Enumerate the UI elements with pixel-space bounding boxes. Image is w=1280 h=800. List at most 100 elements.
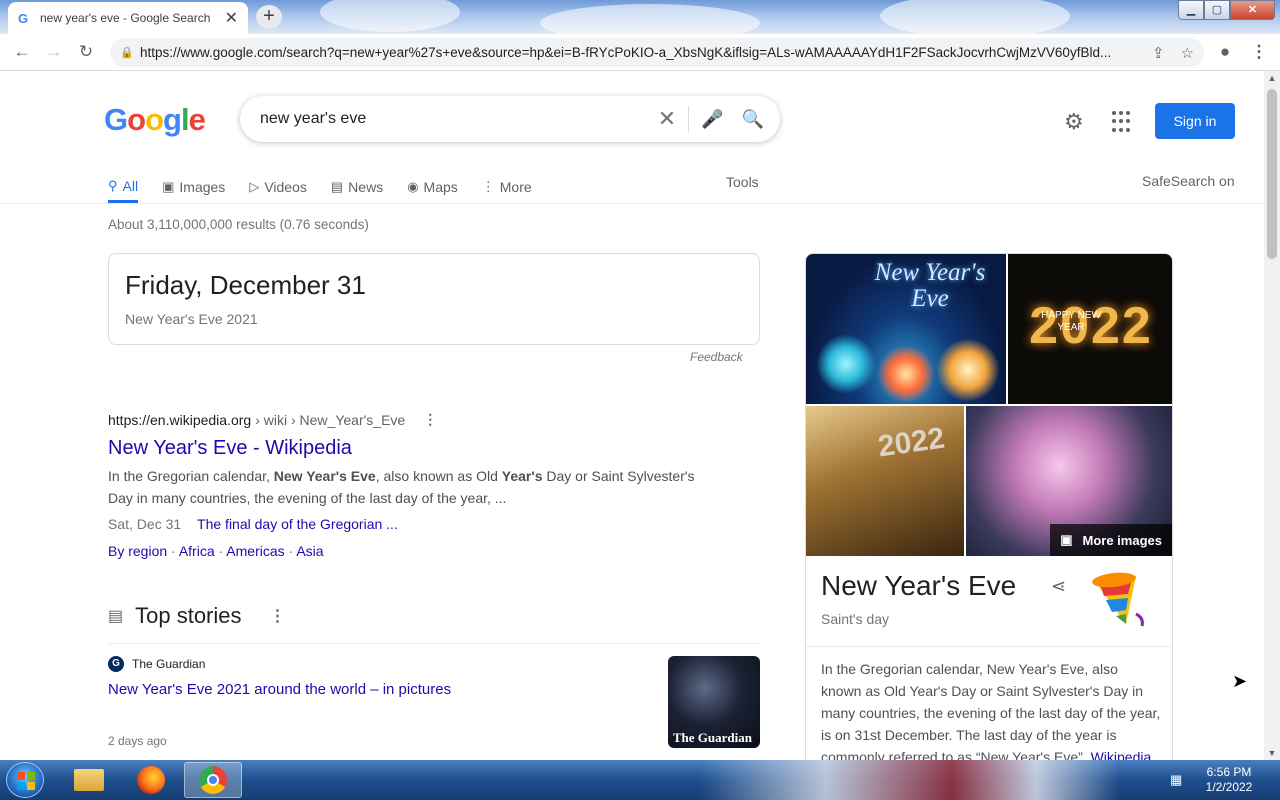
- search-results-page: Google ✕ 🎤 🔍 ⚙ Sign in ⚲All ▣ Images ▷ Vid…: [0, 71, 1264, 760]
- system-clock[interactable]: 6:56 PM 1/2/2022: [1196, 765, 1262, 795]
- kp-subtitle: Saint's day: [821, 611, 890, 627]
- close-tab-icon[interactable]: ✕: [225, 8, 238, 28]
- date-answer-card: Friday, December 31 New Year's Eve 2021: [108, 253, 760, 345]
- snippet-text: In the Gregorian calendar,: [108, 468, 274, 484]
- feedback-link[interactable]: Feedback: [690, 350, 743, 364]
- result-meta-link[interactable]: The final day of the Gregorian ...: [197, 516, 398, 532]
- firefox-icon[interactable]: [122, 762, 180, 798]
- search-input[interactable]: [260, 110, 646, 128]
- star-bookmark-icon[interactable]: ☆: [1181, 44, 1194, 62]
- result-snippet: In the Gregorian calendar, New Year's Ev…: [108, 465, 708, 509]
- result-meta: Sat, Dec 31 The final day of the Gregori…: [108, 516, 398, 532]
- new-tab-button[interactable]: +: [256, 5, 282, 29]
- divider: [806, 646, 1172, 647]
- file-explorer-icon[interactable]: [60, 762, 118, 798]
- tab-label: More: [499, 179, 532, 195]
- safesearch-toggle[interactable]: SafeSearch on: [1142, 171, 1235, 189]
- tab-images[interactable]: ▣ Images: [162, 171, 225, 203]
- search-box[interactable]: ✕ 🎤 🔍: [240, 96, 780, 142]
- share-icon[interactable]: ⇪: [1152, 44, 1165, 62]
- back-arrow-icon[interactable]: ←: [9, 40, 35, 64]
- sky-cloud: [880, 0, 1070, 34]
- tab-label: Images: [179, 179, 226, 195]
- kp-description-text: In the Gregorian calendar, New Year's Ev…: [821, 661, 1161, 760]
- tab-videos[interactable]: ▷ Videos: [249, 171, 307, 203]
- address-url[interactable]: https://www.google.com/search?q=new+year…: [140, 45, 1136, 60]
- news-story-card[interactable]: G The Guardian New Year's Eve 2021 aroun…: [108, 656, 760, 751]
- tab-label: Maps: [423, 179, 458, 195]
- sitelink-asia[interactable]: Asia: [296, 543, 323, 559]
- tab-title: new year's eve - Google Search: [40, 11, 211, 25]
- news-icon: ▤: [330, 179, 344, 194]
- sitelink-separator: ·: [167, 543, 179, 559]
- search-icon[interactable]: 🔍: [736, 109, 770, 130]
- sitelink-by-region[interactable]: By region: [108, 543, 167, 559]
- guardian-wordmark: The Guardian: [672, 730, 752, 745]
- answer-date: Friday, December 31: [125, 270, 366, 300]
- top-stories-options-icon[interactable]: ⋮: [270, 606, 286, 626]
- tab-label: Videos: [264, 179, 307, 195]
- divider: [0, 203, 1264, 204]
- wikipedia-link[interactable]: Wikipedia: [1091, 749, 1152, 760]
- story-title-link[interactable]: New Year's Eve 2021 around the world – i…: [108, 681, 760, 698]
- chrome-icon[interactable]: [184, 762, 242, 798]
- clock-date: 1/2/2022: [1205, 780, 1253, 794]
- top-stories-title: Top stories: [135, 603, 242, 628]
- profile-avatar-icon[interactable]: ●: [1212, 40, 1238, 64]
- sky-cloud: [540, 4, 760, 34]
- result-domain: https://en.wikipedia.org: [108, 411, 252, 428]
- scroll-down-arrow-icon[interactable]: ▼: [1264, 748, 1280, 758]
- kp-image-text: New Year's Eve: [874, 259, 986, 312]
- sign-in-button[interactable]: Sign in: [1155, 103, 1235, 139]
- tab-more[interactable]: ⋮ More: [482, 171, 532, 203]
- start-button[interactable]: [6, 762, 44, 798]
- share-icon[interactable]: ⋖: [1051, 576, 1066, 597]
- kp-image-caption: HAPPY NEW YEAR: [1041, 310, 1101, 333]
- tab-news[interactable]: ▤ News: [331, 171, 383, 203]
- forward-arrow-icon[interactable]: →: [41, 40, 67, 64]
- close-window-button[interactable]: ✕: [1230, 0, 1275, 20]
- tab-all[interactable]: ⚲ All: [108, 171, 139, 203]
- tab-maps[interactable]: ◉ Maps: [407, 171, 458, 203]
- kp-image-fireworks[interactable]: New Year's Eve: [806, 254, 1006, 404]
- maximize-window-button[interactable]: ▢: [1204, 0, 1230, 20]
- windows-logo-icon: [17, 772, 35, 790]
- settings-gear-icon[interactable]: ⚙: [1064, 109, 1084, 135]
- result-sitelinks: By region · Africa · Americas · Asia: [108, 543, 324, 559]
- microphone-icon[interactable]: 🎤: [689, 109, 735, 130]
- sitelink-americas[interactable]: Americas: [226, 543, 284, 559]
- kp-image-city-fireworks[interactable]: ▣ More images: [966, 406, 1172, 556]
- firework-burst: [876, 346, 936, 402]
- more-images-button[interactable]: ▣ More images: [1050, 524, 1172, 556]
- kp-image-number: 2022: [875, 421, 947, 464]
- network-tray-icon[interactable]: ▦: [1170, 764, 1190, 796]
- page-scrollbar[interactable]: ▲ ▼: [1264, 71, 1280, 760]
- tools-button[interactable]: Tools: [726, 171, 759, 203]
- browser-menu-icon[interactable]: ⋮: [1246, 40, 1272, 64]
- story-thumbnail[interactable]: The Guardian: [668, 656, 760, 748]
- image-icon: ▣: [1060, 532, 1073, 547]
- sitelink-africa[interactable]: Africa: [179, 543, 215, 559]
- more-images-label: More images: [1082, 532, 1162, 548]
- scrollbar-thumb[interactable]: [1267, 89, 1277, 259]
- minimize-window-button[interactable]: ▁: [1178, 0, 1204, 20]
- video-icon: ▷: [249, 179, 260, 194]
- story-age: 2 days ago: [108, 734, 167, 748]
- snippet-bold: Year's: [501, 468, 543, 484]
- address-bar[interactable]: 🔒 https://www.google.com/search?q=new+ye…: [110, 38, 1204, 67]
- scroll-up-arrow-icon[interactable]: ▲: [1264, 73, 1280, 83]
- result-options-icon[interactable]: ⋮: [423, 411, 437, 428]
- browser-tab-active[interactable]: G new year's eve - Google Search ✕: [8, 2, 248, 34]
- google-apps-grid-icon[interactable]: [1112, 111, 1134, 133]
- clear-search-icon[interactable]: ✕: [646, 106, 690, 132]
- firework-burst: [816, 334, 876, 394]
- party-popper-icon: [1092, 572, 1144, 627]
- story-source-name: The Guardian: [132, 657, 206, 671]
- kp-image-champagne[interactable]: 2022: [806, 406, 964, 556]
- google-logo[interactable]: Google: [104, 102, 206, 138]
- reload-icon[interactable]: ↻: [73, 40, 99, 64]
- firework-burst: [936, 338, 1000, 402]
- result-title-link[interactable]: New Year's Eve - Wikipedia: [108, 437, 352, 460]
- kp-image-sparkler-2022[interactable]: 2022 HAPPY NEW YEAR: [1008, 254, 1172, 404]
- map-pin-icon: ◉: [407, 179, 419, 194]
